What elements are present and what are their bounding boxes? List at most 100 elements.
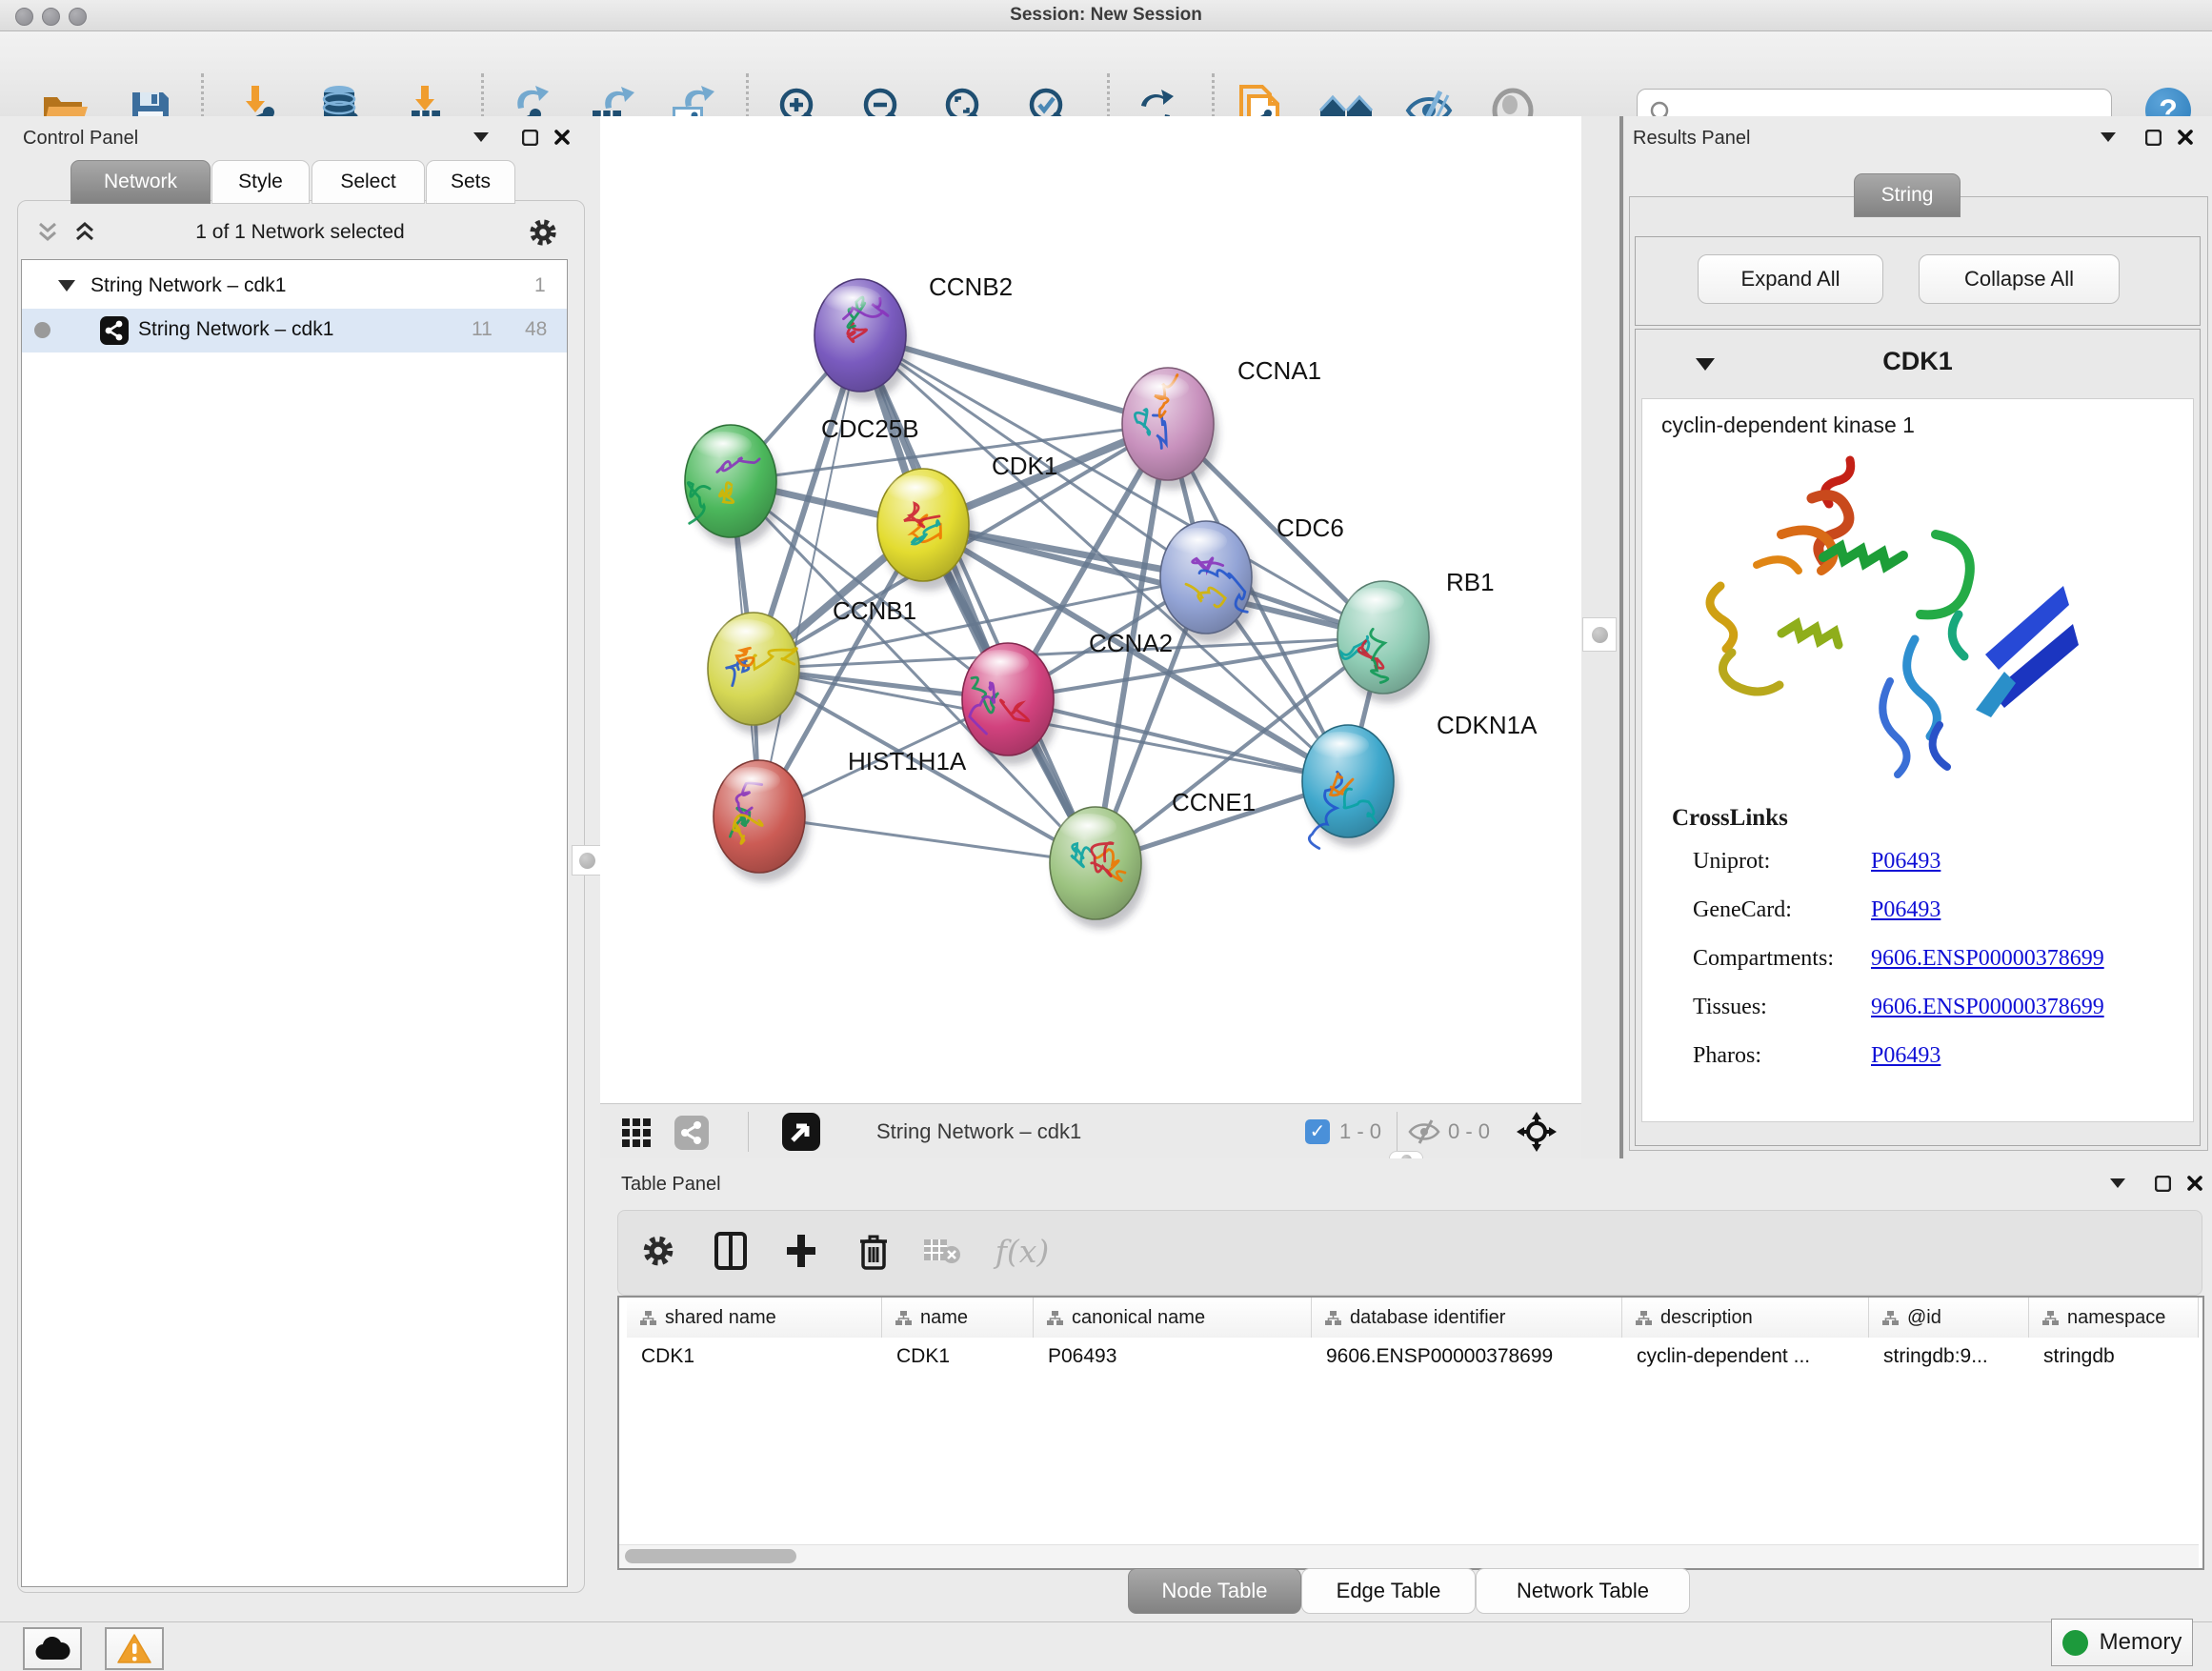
left-splitter-handle[interactable] bbox=[572, 845, 602, 876]
network-canvas[interactable]: CCNB2CCNA1CDC25BCDK1CDC6RB1CCNB1CCNA2CDK… bbox=[600, 116, 1581, 1103]
node-label: CCNB2 bbox=[929, 272, 1013, 301]
network-row-selected[interactable]: String Network – cdk1 11 48 bbox=[22, 309, 567, 352]
delete-table-button[interactable] bbox=[915, 1224, 969, 1278]
network-node-CCNA1[interactable]: CCNA1 bbox=[1122, 356, 1321, 490]
crosslink-link[interactable]: P06493 bbox=[1871, 897, 1941, 922]
right-splitter-handle[interactable] bbox=[1582, 617, 1617, 652]
crosslinks-heading: CrossLinks bbox=[1672, 805, 1788, 832]
node-gloss-highlight bbox=[1347, 588, 1404, 614]
close-panel-button[interactable] bbox=[2173, 125, 2198, 150]
node-label: CCNB1 bbox=[833, 596, 916, 625]
collapse-all-button[interactable]: Collapse All bbox=[1919, 254, 2120, 304]
crosslink-link[interactable]: 9606.ENSP00000378699 bbox=[1871, 995, 2104, 1019]
table-cell[interactable]: CDK1 bbox=[882, 1345, 1034, 1378]
table-cell[interactable]: stringdb bbox=[2029, 1345, 2199, 1378]
tab-string[interactable]: String bbox=[1854, 173, 1961, 217]
network-node-HIST1H1A[interactable]: HIST1H1A bbox=[714, 747, 967, 882]
table-cell[interactable]: cyclin-dependent ... bbox=[1622, 1345, 1869, 1378]
node-label: CDC25B bbox=[821, 414, 919, 443]
tab-edge-table[interactable]: Edge Table bbox=[1301, 1568, 1476, 1614]
table-hscrollbar[interactable] bbox=[619, 1544, 2199, 1568]
node-gloss-highlight bbox=[824, 286, 881, 312]
fit-content-crosshair-icon[interactable] bbox=[1517, 1112, 1557, 1152]
column-header-databaseidentifier[interactable]: database identifier bbox=[1312, 1298, 1622, 1338]
collapse-all-icon[interactable] bbox=[36, 221, 59, 244]
float-panel-button[interactable] bbox=[2150, 1171, 2175, 1196]
network-node-CCNE1[interactable]: CCNE1 bbox=[1050, 788, 1256, 929]
tab-network-table[interactable]: Network Table bbox=[1476, 1568, 1690, 1614]
column-header-id[interactable]: @id bbox=[1869, 1298, 2029, 1338]
network-options-gear-icon[interactable] bbox=[528, 217, 558, 248]
expand-all-button[interactable]: Expand All bbox=[1698, 254, 1883, 304]
tab-network[interactable]: Network bbox=[70, 160, 211, 204]
birdseye-view-icon[interactable] bbox=[782, 1113, 820, 1151]
column-type-icon bbox=[895, 1311, 912, 1325]
table-cell[interactable]: CDK1 bbox=[627, 1345, 882, 1378]
node-gloss-highlight bbox=[1170, 528, 1227, 554]
table-cell[interactable]: stringdb:9... bbox=[1869, 1345, 2029, 1378]
expand-all-icon[interactable] bbox=[73, 221, 96, 244]
node-table[interactable]: shared name name canonical name database… bbox=[617, 1296, 2204, 1570]
column-header-canonicalname[interactable]: canonical name bbox=[1034, 1298, 1312, 1338]
column-header-description[interactable]: description bbox=[1622, 1298, 1869, 1338]
crosslink-row: Uniprot: P06493 bbox=[1642, 849, 2193, 897]
panel-menu-button[interactable] bbox=[469, 125, 493, 150]
plus-icon bbox=[785, 1233, 817, 1269]
network-view-icon[interactable] bbox=[674, 1116, 709, 1150]
network-node-CCNB2[interactable]: CCNB2 bbox=[814, 272, 1013, 401]
tab-node-table[interactable]: Node Table bbox=[1128, 1568, 1301, 1614]
network-node-RB1[interactable]: RB1 bbox=[1337, 568, 1495, 703]
node-gloss-highlight bbox=[887, 475, 944, 502]
delete-table-icon bbox=[923, 1236, 961, 1266]
column-header-namespace[interactable]: namespace bbox=[2029, 1298, 2199, 1338]
show-columns-button[interactable] bbox=[704, 1224, 757, 1278]
network-state-dot bbox=[34, 322, 50, 338]
memory-status-dot bbox=[2062, 1630, 2088, 1656]
close-panel-button[interactable] bbox=[550, 125, 574, 150]
column-header-name[interactable]: name bbox=[882, 1298, 1034, 1338]
results-panel: Results Panel String Expand All Collapse… bbox=[1625, 116, 2212, 1158]
selected-checkbox[interactable]: ✓ bbox=[1305, 1119, 1330, 1144]
table-cell[interactable]: P06493 bbox=[1034, 1345, 1312, 1378]
memory-button[interactable]: Memory bbox=[2051, 1619, 2193, 1666]
network-selected-text: 1 of 1 Network selected bbox=[119, 221, 481, 244]
create-column-button[interactable] bbox=[774, 1224, 828, 1278]
float-panel-button[interactable] bbox=[2141, 125, 2165, 150]
node-gloss-highlight bbox=[972, 650, 1029, 676]
table-cell[interactable]: 9606.ENSP00000378699 bbox=[1312, 1345, 1622, 1378]
float-panel-button[interactable] bbox=[517, 125, 542, 150]
node-label: CDK1 bbox=[992, 452, 1057, 480]
table-panel-title: Table Panel bbox=[621, 1174, 721, 1196]
panel-menu-button[interactable] bbox=[2096, 125, 2121, 150]
crosslink-label: Uniprot: bbox=[1693, 849, 1770, 875]
table-settings-button[interactable] bbox=[632, 1224, 685, 1278]
column-type-icon bbox=[1047, 1311, 1063, 1325]
crosslink-row: Pharos: P06493 bbox=[1642, 1043, 2193, 1092]
tab-style[interactable]: Style bbox=[211, 160, 310, 204]
tab-select[interactable]: Select bbox=[312, 160, 425, 204]
crosslink-row: GeneCard: P06493 bbox=[1642, 897, 2193, 946]
panel-menu-button[interactable] bbox=[2105, 1171, 2130, 1196]
column-header-sharedname[interactable]: shared name bbox=[627, 1298, 882, 1338]
separator bbox=[748, 1112, 749, 1152]
close-panel-button[interactable] bbox=[2182, 1171, 2207, 1196]
delete-column-button[interactable] bbox=[847, 1224, 900, 1278]
tree-expander-icon[interactable] bbox=[58, 280, 75, 292]
network-edge[interactable] bbox=[759, 335, 860, 816]
scrollbar-thumb[interactable] bbox=[625, 1549, 796, 1563]
crosslink-link[interactable]: P06493 bbox=[1871, 1043, 1941, 1068]
warning-status-button[interactable] bbox=[105, 1627, 164, 1670]
current-network-name: String Network – cdk1 bbox=[876, 1119, 1081, 1144]
memory-label: Memory bbox=[2100, 1629, 2182, 1656]
network-collection-row[interactable]: String Network – cdk1 1 bbox=[22, 265, 567, 309]
network-edge[interactable] bbox=[1008, 699, 1348, 781]
tab-sets[interactable]: Sets bbox=[426, 160, 515, 204]
node-label: RB1 bbox=[1446, 568, 1495, 596]
cloud-status-button[interactable] bbox=[23, 1627, 82, 1670]
function-builder-button[interactable]: f(x) bbox=[984, 1224, 1060, 1278]
crosslink-link[interactable]: P06493 bbox=[1871, 849, 1941, 874]
crosslink-link[interactable]: 9606.ENSP00000378699 bbox=[1871, 946, 2104, 971]
network-node-CDKN1A[interactable]: CDKN1A bbox=[1302, 711, 1538, 849]
grid-view-icon[interactable] bbox=[621, 1117, 652, 1148]
warning-triangle-icon bbox=[117, 1634, 151, 1664]
